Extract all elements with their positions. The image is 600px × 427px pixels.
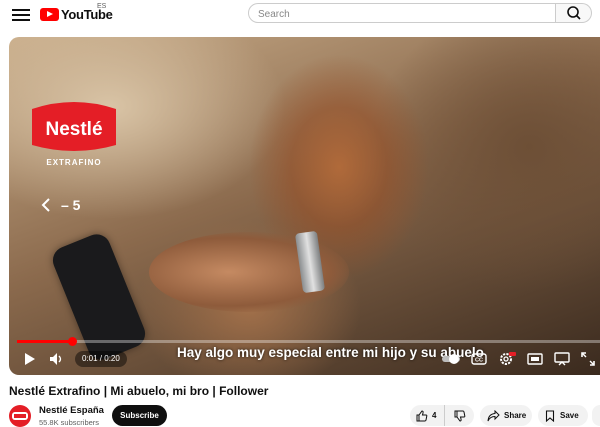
nestle-logo-text: Nestlé xyxy=(45,119,102,140)
bookmark-icon xyxy=(545,409,555,422)
autoplay-toggle[interactable] xyxy=(439,349,463,369)
settings-icon xyxy=(500,352,516,365)
captions-icon: CC xyxy=(471,353,487,365)
video-player[interactable]: Nestlé EXTRAFINO – 5 0:01 / 0:20 Hay alg… xyxy=(9,37,600,375)
search-input[interactable] xyxy=(249,5,548,24)
more-actions-button[interactable] xyxy=(592,405,600,426)
cast-button[interactable] xyxy=(550,349,574,369)
volume-button[interactable] xyxy=(45,349,69,369)
thumbs-down-icon xyxy=(454,410,465,422)
miniplayer-button[interactable] xyxy=(523,349,547,369)
share-button[interactable]: Share xyxy=(480,405,532,426)
share-icon xyxy=(487,409,500,421)
fullscreen-button[interactable] xyxy=(576,349,600,369)
svg-text:CC: CC xyxy=(475,358,483,364)
miniplayer-icon xyxy=(527,353,543,365)
dislike-button[interactable] xyxy=(444,405,474,426)
progress-scrubber[interactable] xyxy=(68,337,78,346)
search-button[interactable] xyxy=(556,3,592,23)
subscribe-button[interactable]: Subscribe xyxy=(112,405,167,426)
nestle-avatar-logo xyxy=(12,412,28,420)
nestle-extrafino-logo: Nestlé EXTRAFINO xyxy=(32,102,116,167)
play-button[interactable] xyxy=(17,349,41,369)
captions-button[interactable]: CC xyxy=(467,349,491,369)
extrafino-text: EXTRAFINO xyxy=(46,158,101,167)
top-bar: YouTube ES xyxy=(0,0,600,30)
video-phone xyxy=(48,230,150,364)
subtitle-caption: Hay algo muy especial entre mi hijo y su… xyxy=(177,345,484,360)
volume-icon xyxy=(50,353,62,365)
progress-fill xyxy=(17,340,73,343)
play-icon xyxy=(25,353,35,365)
time-display: 0:01 / 0:20 xyxy=(75,351,127,367)
save-label: Save xyxy=(560,411,579,420)
video-title: Nestlé Extrafino | Mi abuelo, mi bro | F… xyxy=(9,384,269,398)
like-button[interactable]: 4 xyxy=(410,405,444,426)
thumbs-up-icon xyxy=(416,409,428,421)
skip-back-label: – 5 xyxy=(61,197,81,213)
progress-bar[interactable] xyxy=(17,337,600,346)
chevron-left-icon xyxy=(41,198,50,212)
share-label: Share xyxy=(504,411,527,420)
channel-avatar[interactable] xyxy=(9,405,31,427)
channel-name[interactable]: Nestlé España xyxy=(39,405,104,416)
menu-icon[interactable] xyxy=(12,6,30,22)
fullscreen-icon xyxy=(581,352,595,366)
settings-button[interactable] xyxy=(495,349,519,369)
country-code: ES xyxy=(97,3,107,10)
save-button[interactable]: Save xyxy=(538,405,588,426)
search-box[interactable] xyxy=(248,3,556,24)
youtube-logo[interactable]: YouTube ES xyxy=(40,3,113,22)
search-icon xyxy=(567,6,581,20)
autoplay-toggle-icon xyxy=(442,354,460,364)
youtube-play-icon xyxy=(40,7,59,21)
like-count: 4 xyxy=(432,411,437,420)
cast-icon xyxy=(554,352,570,366)
skip-back-indicator: – 5 xyxy=(41,197,80,213)
